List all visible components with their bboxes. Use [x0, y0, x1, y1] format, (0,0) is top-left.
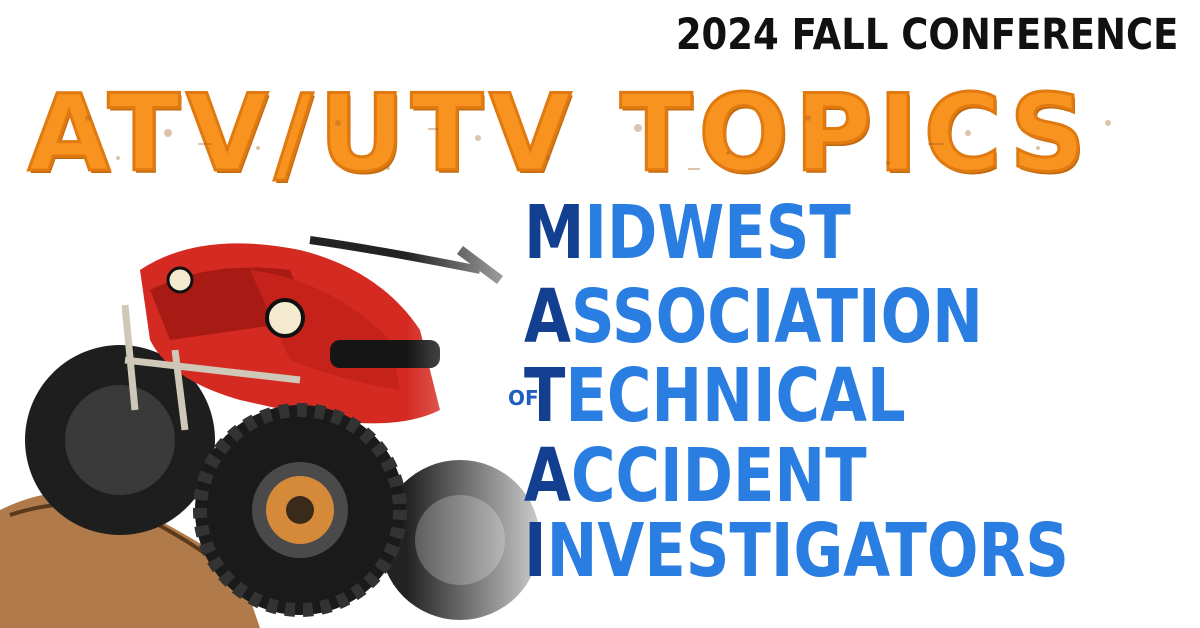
org-line-investigators: INVESTIGATORS — [524, 508, 1069, 594]
org-line-accident: ACCIDENT — [524, 433, 867, 519]
headline: 2024 FALL CONFERENCE — [675, 10, 1178, 60]
organization-name: MIDWEST ASSOCIATION OF TECHNICAL ACCIDEN… — [508, 196, 1188, 616]
org-line-association: ASSOCIATION — [524, 274, 983, 360]
org-line-technical: TECHNICAL — [524, 353, 906, 439]
atv-illustration — [0, 210, 580, 628]
topic-title: ATV/UTV TOPICS — [27, 71, 1092, 197]
org-line-midwest: MIDWEST — [524, 190, 851, 276]
